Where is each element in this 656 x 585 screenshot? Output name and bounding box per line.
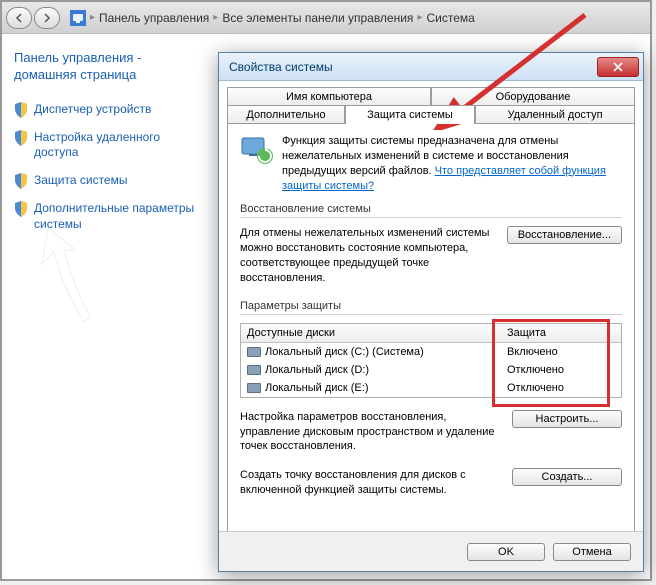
table-row[interactable]: Локальный диск (C:) (Система) Включено — [241, 343, 621, 361]
cancel-button[interactable]: Отмена — [553, 543, 631, 561]
tab-panel: Функция защиты системы предназначена для… — [227, 123, 635, 543]
sidebar-item-advanced-settings[interactable]: Дополнительные параметры системы — [14, 201, 202, 232]
system-properties-dialog: Свойства системы Имя компьютера Оборудов… — [218, 52, 644, 572]
ok-button[interactable]: OK — [467, 543, 545, 561]
sidebar-item-system-protection[interactable]: Защита системы — [14, 173, 202, 189]
drive-name: Локальный диск (E:) — [265, 382, 369, 394]
sidebar: Панель управления - домашняя страница Ди… — [2, 34, 214, 579]
sidebar-item-label: Дополнительные параметры системы — [34, 201, 202, 232]
create-text: Создать точку восстановления для дисков … — [240, 468, 502, 498]
restore-text: Для отмены нежелательных изменений систе… — [240, 226, 497, 285]
configure-button[interactable]: Настроить... — [512, 410, 622, 428]
shield-icon — [14, 201, 28, 217]
shield-icon — [14, 173, 28, 189]
tab-hardware[interactable]: Оборудование — [431, 87, 635, 106]
drive-status: Отключено — [501, 361, 621, 379]
tab-remote[interactable]: Удаленный доступ — [475, 105, 635, 124]
sidebar-item-device-manager[interactable]: Диспетчер устройств — [14, 102, 202, 118]
drive-name: Локальный диск (D:) — [265, 364, 369, 376]
titlebar: ▸ Панель управления ▸ Все элементы панел… — [2, 2, 650, 34]
restore-button[interactable]: Восстановление... — [507, 226, 622, 244]
close-button[interactable] — [597, 57, 639, 77]
drive-name: Локальный диск (C:) (Система) — [265, 346, 424, 358]
back-button[interactable] — [6, 7, 32, 29]
forward-button[interactable] — [34, 7, 60, 29]
tab-advanced[interactable]: Дополнительно — [227, 105, 345, 124]
sidebar-item-label: Защита системы — [34, 173, 127, 189]
sidebar-item-label: Настройка удаленного доступа — [34, 130, 202, 161]
chevron-right-icon: ▸ — [213, 12, 218, 23]
shield-icon — [14, 130, 28, 146]
table-row[interactable]: Локальный диск (D:) Отключено — [241, 361, 621, 379]
restore-group-label: Восстановление системы — [240, 203, 622, 215]
col-header-status: Защита — [501, 324, 621, 342]
disk-icon — [247, 365, 261, 375]
sidebar-item-remote-settings[interactable]: Настройка удаленного доступа — [14, 130, 202, 161]
sidebar-item-label: Диспетчер устройств — [34, 102, 151, 118]
col-header-drive: Доступные диски — [241, 324, 501, 342]
chevron-right-icon: ▸ — [90, 12, 95, 23]
drive-status: Включено — [501, 343, 621, 361]
control-panel-home-link[interactable]: Панель управления - домашняя страница — [14, 50, 202, 84]
breadcrumb-item[interactable]: Панель управления — [99, 11, 209, 25]
breadcrumb[interactable]: ▸ Панель управления ▸ Все элементы панел… — [90, 11, 475, 25]
drive-status: Отключено — [501, 379, 621, 397]
breadcrumb-item[interactable]: Система — [426, 11, 474, 25]
configure-text: Настройка параметров восстановления, упр… — [240, 410, 502, 455]
tab-computer-name[interactable]: Имя компьютера — [227, 87, 431, 106]
dialog-title: Свойства системы — [229, 60, 333, 74]
tab-system-protection[interactable]: Защита системы — [345, 105, 475, 124]
drives-table[interactable]: Доступные диски Защита Локальный диск (C… — [240, 323, 622, 398]
table-row[interactable]: Локальный диск (E:) Отключено — [241, 379, 621, 397]
intro-text-block: Функция защиты системы предназначена для… — [282, 134, 622, 193]
shield-icon — [14, 102, 28, 118]
system-icon — [70, 10, 86, 26]
create-button[interactable]: Создать... — [512, 468, 622, 486]
chevron-right-icon: ▸ — [417, 12, 422, 23]
close-icon — [612, 62, 624, 72]
dialog-footer: OK Отмена — [219, 531, 643, 571]
protection-group-label: Параметры защиты — [240, 300, 622, 312]
system-protection-icon — [240, 134, 274, 168]
dialog-titlebar[interactable]: Свойства системы — [219, 53, 643, 81]
disk-icon — [247, 347, 261, 357]
disk-icon — [247, 383, 261, 393]
breadcrumb-item[interactable]: Все элементы панели управления — [222, 11, 413, 25]
